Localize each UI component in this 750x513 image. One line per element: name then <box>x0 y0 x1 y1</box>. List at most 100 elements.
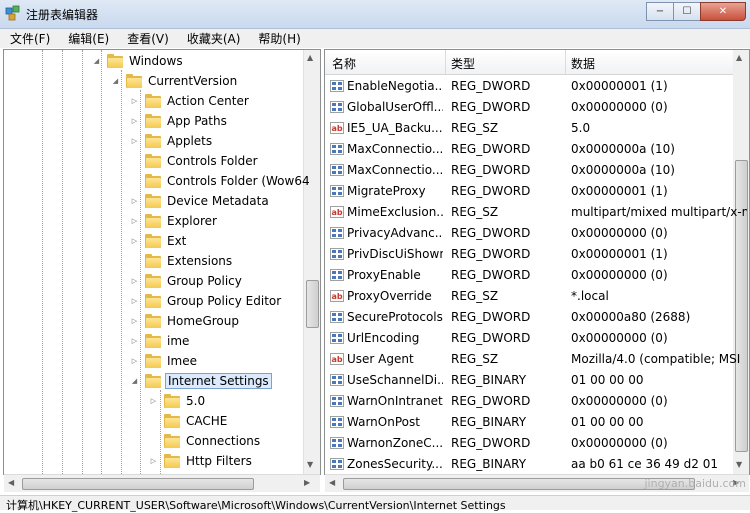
tree-item[interactable]: ▷ Action Center <box>130 91 251 111</box>
folder-icon <box>145 174 161 188</box>
column-header-data[interactable]: 数据 <box>571 55 595 72</box>
list-hscroll-thumb[interactable] <box>343 478 695 490</box>
menu-file[interactable]: 文件(F) <box>0 30 58 47</box>
tree-scroll-thumb[interactable] <box>306 280 319 328</box>
column-divider[interactable] <box>565 50 566 74</box>
value-row[interactable]: WarnOnIntranet REG_DWORD 0x00000000 (0) <box>325 391 749 412</box>
tree-item[interactable]: ▷ 5.0 <box>149 391 207 411</box>
tree-item[interactable]: ▷ HomeGroup <box>130 311 241 331</box>
collapsed-arrow-icon[interactable]: ▷ <box>130 357 139 366</box>
tree-item[interactable]: ◢ CurrentVersion <box>111 71 239 91</box>
value-row[interactable]: MaxConnectio... REG_DWORD 0x0000000a (10) <box>325 139 749 160</box>
tree-item-label: ime <box>167 334 190 348</box>
value-row[interactable]: WarnonZoneC... REG_DWORD 0x00000000 (0) <box>325 433 749 454</box>
collapsed-arrow-icon[interactable]: ▷ <box>130 217 139 226</box>
tree-item[interactable]: ▷ Explorer <box>130 211 219 231</box>
value-row[interactable]: ab ProxyOverride REG_SZ *.local <box>325 286 749 307</box>
value-row[interactable]: EnableNegotia... REG_DWORD 0x00000001 (1) <box>325 76 749 97</box>
scroll-left-icon[interactable]: ◀ <box>8 478 14 487</box>
folder-icon <box>164 434 180 448</box>
collapsed-arrow-icon[interactable]: ▷ <box>130 337 139 346</box>
close-button[interactable]: ✕ <box>700 2 746 21</box>
svg-text:ab: ab <box>331 292 342 301</box>
collapsed-arrow-icon[interactable]: ▷ <box>130 297 139 306</box>
value-name: User Agent <box>347 352 414 366</box>
menu-favorites[interactable]: 收藏夹(A) <box>177 30 249 47</box>
tree-vertical-scrollbar[interactable]: ▲ ▼ <box>303 50 320 474</box>
collapsed-arrow-icon[interactable]: ▷ <box>130 317 139 326</box>
tree-item[interactable]: ▷ Device Metadata <box>130 191 271 211</box>
collapsed-arrow-icon[interactable]: ▷ <box>130 277 139 286</box>
tree-item[interactable]: Controls Folder <box>130 151 260 171</box>
tree-hscroll-thumb[interactable] <box>22 478 254 490</box>
folder-icon <box>145 274 161 288</box>
value-row[interactable]: ab IE5_UA_Backu... REG_SZ 5.0 <box>325 118 749 139</box>
collapsed-arrow-icon[interactable]: ▷ <box>130 97 139 106</box>
maximize-button[interactable]: ☐ <box>673 2 701 21</box>
value-row[interactable]: ZonesSecurity... REG_BINARY aa b0 61 ce 36… <box>325 454 749 474</box>
tree-item[interactable]: ▷ App Paths <box>130 111 229 131</box>
value-type: REG_DWORD <box>451 436 531 450</box>
registry-values-list[interactable]: 名称 类型 数据 ▲ ▼ EnableNegotia... REG_DWORD 0x… <box>324 49 750 475</box>
collapsed-arrow-icon[interactable]: ▷ <box>149 397 158 406</box>
scroll-up-icon[interactable]: ▲ <box>307 53 313 62</box>
status-path: 计算机\HKEY_CURRENT_USER\Software\Microsoft… <box>6 499 506 512</box>
scroll-right-icon[interactable]: ▶ <box>304 478 310 487</box>
column-divider[interactable] <box>445 50 446 74</box>
value-type: REG_DWORD <box>451 79 531 93</box>
tree-item[interactable]: Extensions <box>130 251 234 271</box>
column-header-name[interactable]: 名称 <box>332 55 356 72</box>
collapsed-arrow-icon[interactable]: ▷ <box>149 457 158 466</box>
folder-icon <box>145 94 161 108</box>
value-data: *.local <box>571 289 609 303</box>
tree-item[interactable]: ▷ Http Filters <box>149 451 254 471</box>
menu-view[interactable]: 查看(V) <box>117 30 177 47</box>
registry-tree[interactable]: ▲ ▼ ◢ Windows ◢ CurrentVersion ▷ Action Cente… <box>3 49 321 475</box>
column-header-type[interactable]: 类型 <box>451 55 475 72</box>
value-data: 0x00000001 (1) <box>571 79 668 93</box>
tree-item[interactable]: Controls Folder (Wow64 <box>130 171 312 191</box>
tree-item[interactable]: ◢ Internet Settings <box>130 371 272 391</box>
value-type: REG_SZ <box>451 121 499 135</box>
tree-horizontal-scrollbar[interactable]: ◀ ▶ <box>4 474 320 492</box>
tree-item[interactable]: ▷ Ext <box>130 231 188 251</box>
scroll-left-icon[interactable]: ◀ <box>329 478 335 487</box>
value-row[interactable]: ab MimeExclusion... REG_SZ multipart/mixed … <box>325 202 749 223</box>
tree-item[interactable]: ◢ Windows <box>92 51 185 71</box>
tree-item[interactable]: ▷ ime <box>130 331 191 351</box>
value-row[interactable]: UrlEncoding REG_DWORD 0x00000000 (0) <box>325 328 749 349</box>
expanded-arrow-icon[interactable]: ◢ <box>111 77 120 86</box>
value-row[interactable]: ab User Agent REG_SZ Mozilla/4.0 (compatibl… <box>325 349 749 370</box>
tree-item[interactable]: ▷ Group Policy <box>130 271 244 291</box>
minimize-button[interactable]: − <box>646 2 674 21</box>
value-row[interactable]: PrivacyAdvanc... REG_DWORD 0x00000000 (0) <box>325 223 749 244</box>
tree-item[interactable]: ▷ Imee <box>130 351 199 371</box>
tree-item[interactable]: CACHE <box>149 411 229 431</box>
value-row[interactable]: ProxyEnable REG_DWORD 0x00000000 (0) <box>325 265 749 286</box>
value-name: WarnOnPost <box>347 415 420 429</box>
value-type: REG_DWORD <box>451 163 531 177</box>
menu-help[interactable]: 帮助(H) <box>248 30 308 47</box>
collapsed-arrow-icon[interactable]: ▷ <box>130 237 139 246</box>
value-data: multipart/mixed multipart/x-m <box>571 205 747 219</box>
value-type: REG_DWORD <box>451 247 531 261</box>
value-row[interactable]: PrivDiscUiShown REG_DWORD 0x00000001 (1) <box>325 244 749 265</box>
tree-item[interactable]: ▷ Group Policy Editor <box>130 291 283 311</box>
expanded-arrow-icon[interactable]: ◢ <box>130 377 139 386</box>
value-row[interactable]: UseSchannelDi... REG_BINARY 01 00 00 00 <box>325 370 749 391</box>
scroll-down-icon[interactable]: ▼ <box>307 460 313 469</box>
tree-item[interactable]: Connections <box>149 431 262 451</box>
expanded-arrow-icon[interactable]: ◢ <box>92 57 101 66</box>
tree-item[interactable]: ▷ Applets <box>130 131 214 151</box>
value-row[interactable]: MigrateProxy REG_DWORD 0x00000001 (1) <box>325 181 749 202</box>
menu-edit[interactable]: 编辑(E) <box>58 30 117 47</box>
value-row[interactable]: WarnOnPost REG_BINARY 01 00 00 00 <box>325 412 749 433</box>
collapsed-arrow-icon[interactable]: ▷ <box>130 117 139 126</box>
value-row[interactable]: MaxConnectio... REG_DWORD 0x0000000a (10) <box>325 160 749 181</box>
value-data: 0x00000001 (1) <box>571 247 668 261</box>
scroll-up-icon[interactable]: ▲ <box>736 53 742 62</box>
collapsed-arrow-icon[interactable]: ▷ <box>130 197 139 206</box>
collapsed-arrow-icon[interactable]: ▷ <box>130 137 139 146</box>
value-row[interactable]: SecureProtocols REG_DWORD 0x00000a80 (2688… <box>325 307 749 328</box>
value-row[interactable]: GlobalUserOffl... REG_DWORD 0x00000000 (0) <box>325 97 749 118</box>
